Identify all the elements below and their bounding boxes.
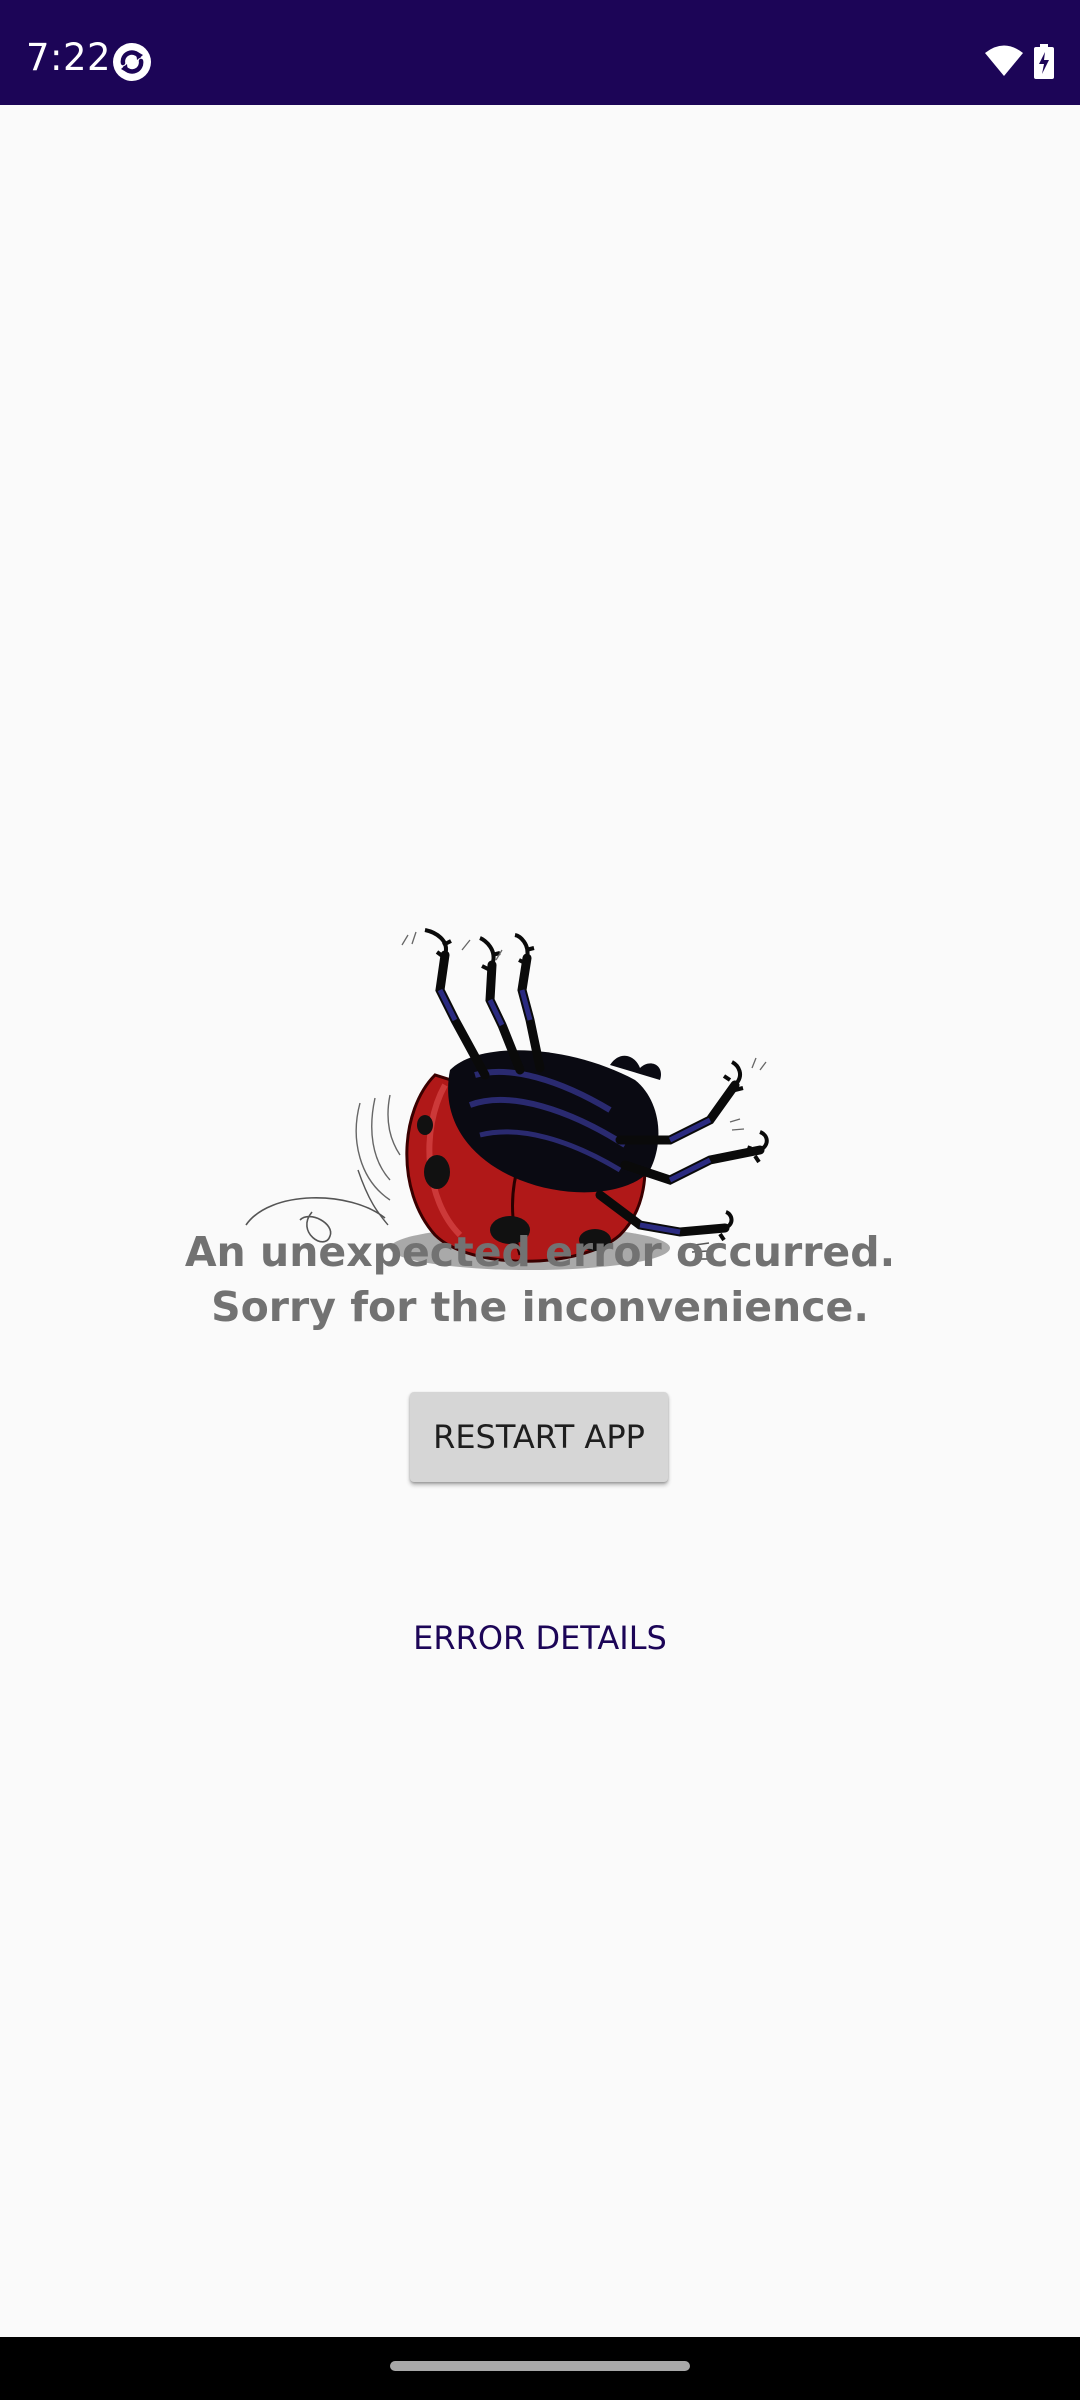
- navigation-bar: [0, 2337, 1080, 2400]
- app-sync-icon: [112, 42, 152, 82]
- upside-down-ladybug-illustration: [240, 840, 780, 1280]
- error-message: An unexpected error occurred. Sorry for …: [90, 1225, 990, 1335]
- error-details-button[interactable]: ERROR DETAILS: [340, 1613, 740, 1663]
- error-message-line1: An unexpected error occurred.: [184, 1228, 896, 1276]
- error-message-line2: Sorry for the inconvenience.: [211, 1283, 869, 1331]
- status-time: 7:22: [26, 36, 112, 79]
- restart-app-button[interactable]: RESTART APP: [410, 1392, 668, 1482]
- error-screen: An unexpected error occurred. Sorry for …: [0, 105, 1080, 2337]
- home-gesture-handle[interactable]: [390, 2361, 690, 2371]
- wifi-icon: [984, 44, 1024, 78]
- status-bar: 7:22: [0, 0, 1080, 105]
- battery-charging-icon: [1034, 44, 1054, 79]
